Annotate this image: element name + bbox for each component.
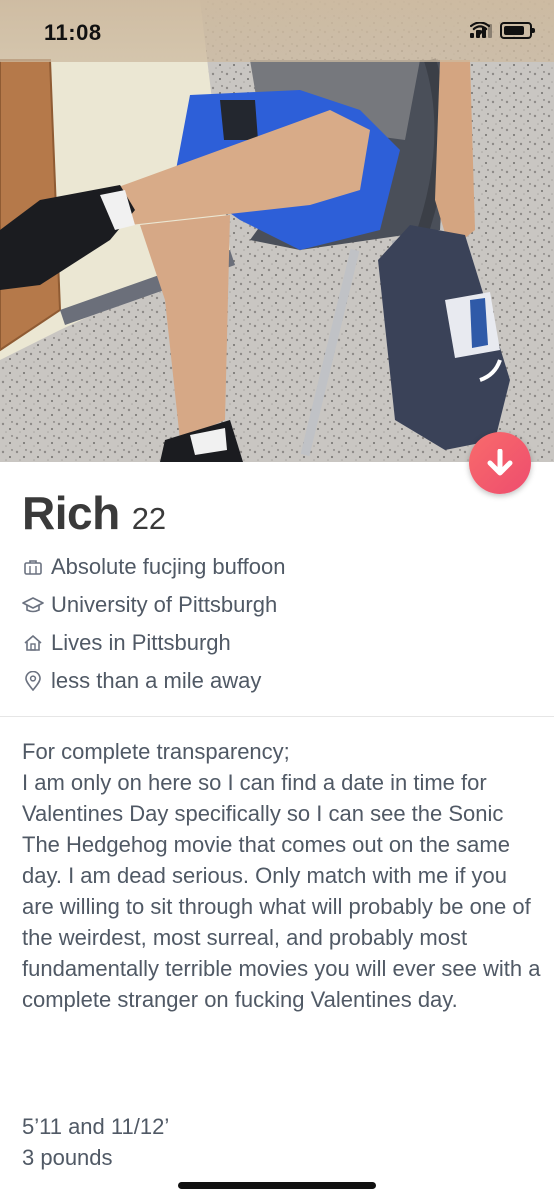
status-time: 11:08: [44, 20, 102, 45]
status-icons: [470, 22, 535, 39]
distance-row: less than a mile away: [22, 662, 285, 700]
profile-photo[interactable]: 11:08: [0, 0, 554, 462]
school-row: University of Pittsburgh: [22, 586, 285, 624]
lives-text: Lives in Pittsburgh: [51, 630, 231, 655]
location-pin-icon: [22, 670, 44, 692]
job-row: Absolute fucjing buffoon: [22, 548, 285, 586]
school-text: University of Pittsburgh: [51, 592, 278, 617]
name-row: Rich 22: [22, 486, 166, 540]
collapse-profile-button[interactable]: [469, 432, 531, 494]
profile-age: 22: [131, 501, 167, 536]
profile-info-list: Absolute fucjing buffoon University of P…: [22, 548, 285, 700]
profile-bio: For complete transparency; I am only on …: [22, 739, 541, 1012]
lives-row: Lives in Pittsburgh: [22, 624, 285, 662]
profile-extra-info: 5’11 and 11/12’ 3 pounds: [22, 1114, 170, 1170]
distance-text: less than a mile away: [51, 668, 262, 693]
house-icon: [22, 632, 44, 654]
home-indicator[interactable]: [178, 1182, 376, 1189]
profile-name: Rich: [22, 487, 120, 539]
job-text: Absolute fucjing buffoon: [51, 554, 286, 579]
status-bar: 11:08: [0, 0, 554, 62]
graduation-cap-icon: [22, 594, 44, 616]
arrow-down-icon: [487, 449, 513, 476]
briefcase-icon: [22, 556, 44, 578]
section-divider: [0, 716, 554, 717]
wifi-icon: [470, 22, 490, 35]
battery-icon: [500, 22, 535, 39]
